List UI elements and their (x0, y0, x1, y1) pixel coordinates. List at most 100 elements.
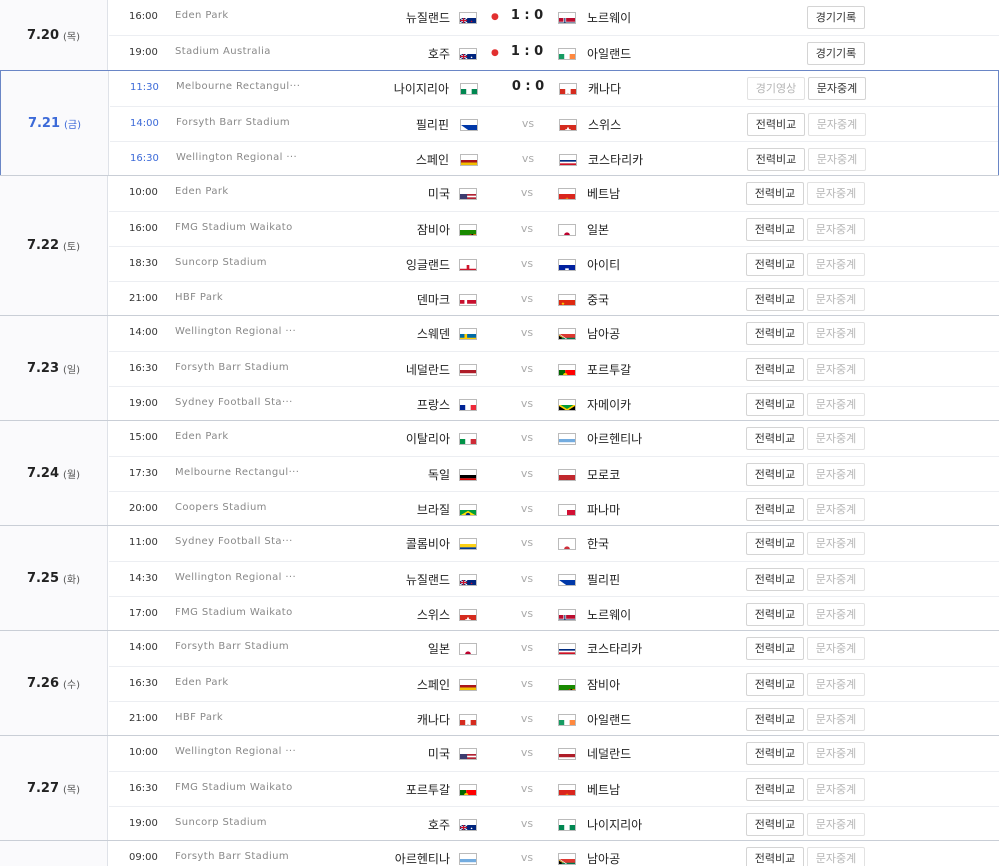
away-team[interactable]: 아일랜드 (587, 45, 631, 62)
compare-button[interactable]: 전력비교 (746, 182, 804, 205)
home-team[interactable]: 덴마크 (417, 291, 450, 308)
home-team[interactable]: 스웨덴 (417, 325, 450, 342)
text-broadcast-button[interactable]: 문자중계 (807, 393, 865, 416)
home-team[interactable]: 콜롬비아 (406, 535, 450, 552)
away-team[interactable]: 스위스 (588, 116, 621, 133)
away-team[interactable]: 네덜란드 (587, 745, 631, 762)
text-broadcast-button[interactable]: 문자중계 (807, 218, 865, 241)
text-broadcast-button[interactable]: 문자중계 (807, 427, 865, 450)
text-broadcast-button[interactable]: 문자중계 (807, 463, 865, 486)
away-team[interactable]: 나이지리아 (587, 816, 642, 833)
text-broadcast-button[interactable]: 문자중계 (807, 498, 865, 521)
home-team[interactable]: 네덜란드 (406, 361, 450, 378)
home-team[interactable]: 이탈리아 (406, 430, 450, 447)
away-team[interactable]: 일본 (587, 221, 609, 238)
compare-button[interactable]: 전력비교 (746, 778, 804, 801)
away-team[interactable]: 한국 (587, 535, 609, 552)
home-team[interactable]: 나이지리아 (394, 80, 449, 97)
stadium-name: Sydney Football Sta··· (175, 536, 293, 547)
away-team[interactable]: 남아공 (587, 325, 620, 342)
text-broadcast-button[interactable]: 문자중계 (808, 77, 866, 100)
text-broadcast-button[interactable]: 문자중계 (808, 148, 866, 171)
text-broadcast-button[interactable]: 문자중계 (807, 778, 865, 801)
compare-button[interactable]: 전력비교 (746, 288, 804, 311)
home-team[interactable]: 스페인 (416, 151, 449, 168)
away-team[interactable]: 파나마 (587, 501, 620, 518)
compare-button[interactable]: 전력비교 (747, 148, 805, 171)
home-team[interactable]: 미국 (428, 745, 450, 762)
home-team[interactable]: 뉴질랜드 (406, 571, 450, 588)
away-team[interactable]: 코스타리카 (587, 640, 642, 657)
compare-button[interactable]: 전력비교 (746, 463, 804, 486)
away-team[interactable]: 필리핀 (587, 571, 620, 588)
text-broadcast-button[interactable]: 문자중계 (808, 113, 866, 136)
text-broadcast-button[interactable]: 문자중계 (807, 568, 865, 591)
compare-button[interactable]: 전력비교 (746, 532, 804, 555)
text-broadcast-button[interactable]: 문자중계 (807, 708, 865, 731)
text-broadcast-button[interactable]: 문자중계 (807, 358, 865, 381)
away-team[interactable]: 잠비아 (587, 676, 620, 693)
away-team[interactable]: 코스타리카 (588, 151, 643, 168)
home-team[interactable]: 뉴질랜드 (406, 9, 450, 26)
text-broadcast-button[interactable]: 문자중계 (807, 637, 865, 660)
text-broadcast-button[interactable]: 문자중계 (807, 288, 865, 311)
match-record-button[interactable]: 경기기록 (807, 6, 865, 29)
text-broadcast-button[interactable]: 문자중계 (807, 847, 865, 866)
home-team[interactable]: 브라질 (417, 501, 450, 518)
away-team[interactable]: 모로코 (587, 466, 620, 483)
text-broadcast-button[interactable]: 문자중계 (807, 253, 865, 276)
compare-button[interactable]: 전력비교 (746, 708, 804, 731)
compare-button[interactable]: 전력비교 (746, 218, 804, 241)
away-team[interactable]: 남아공 (587, 850, 620, 866)
away-team[interactable]: 아이티 (587, 256, 620, 273)
compare-button[interactable]: 전력비교 (746, 358, 804, 381)
home-team[interactable]: 아르헨티나 (395, 850, 450, 866)
compare-button[interactable]: 전력비교 (746, 813, 804, 836)
home-team[interactable]: 호주 (428, 45, 450, 62)
away-team[interactable]: 자메이카 (587, 396, 631, 413)
away-team[interactable]: 노르웨이 (587, 9, 631, 26)
away-team[interactable]: 중국 (587, 291, 609, 308)
compare-button[interactable]: 전력비교 (746, 253, 804, 276)
compare-button[interactable]: 전력비교 (746, 568, 804, 591)
compare-button[interactable]: 전력비교 (746, 603, 804, 626)
compare-button[interactable]: 전력비교 (746, 427, 804, 450)
text-broadcast-button[interactable]: 문자중계 (807, 673, 865, 696)
compare-button[interactable]: 전력비교 (746, 637, 804, 660)
vs-label: vs (521, 117, 535, 130)
text-broadcast-button[interactable]: 문자중계 (807, 322, 865, 345)
away-team[interactable]: 베트남 (587, 185, 620, 202)
compare-button[interactable]: 전력비교 (746, 393, 804, 416)
compare-button[interactable]: 전력비교 (746, 847, 804, 866)
home-team[interactable]: 스페인 (417, 676, 450, 693)
home-team[interactable]: 일본 (428, 640, 450, 657)
home-team[interactable]: 캐나다 (417, 711, 450, 728)
away-team[interactable]: 포르투갈 (587, 361, 631, 378)
home-team[interactable]: 프랑스 (417, 396, 450, 413)
home-team[interactable]: 미국 (428, 185, 450, 202)
compare-button[interactable]: 전력비교 (746, 322, 804, 345)
match-video-button[interactable]: 경기영상 (747, 77, 805, 100)
away-team[interactable]: 노르웨이 (587, 606, 631, 623)
away-team[interactable]: 아일랜드 (587, 711, 631, 728)
match-record-button[interactable]: 경기기록 (807, 42, 865, 65)
home-team[interactable]: 필리핀 (416, 116, 449, 133)
home-team[interactable]: 포르투갈 (406, 781, 450, 798)
compare-button[interactable]: 전력비교 (746, 742, 804, 765)
away-team[interactable]: 아르헨티나 (587, 430, 642, 447)
compare-button[interactable]: 전력비교 (746, 673, 804, 696)
home-team[interactable]: 독일 (428, 466, 450, 483)
home-team[interactable]: 호주 (428, 816, 450, 833)
text-broadcast-button[interactable]: 문자중계 (807, 603, 865, 626)
home-team[interactable]: 잠비아 (417, 221, 450, 238)
compare-button[interactable]: 전력비교 (746, 498, 804, 521)
text-broadcast-button[interactable]: 문자중계 (807, 182, 865, 205)
home-team[interactable]: 스위스 (417, 606, 450, 623)
text-broadcast-button[interactable]: 문자중계 (807, 742, 865, 765)
text-broadcast-button[interactable]: 문자중계 (807, 813, 865, 836)
away-team[interactable]: 베트남 (587, 781, 620, 798)
text-broadcast-button[interactable]: 문자중계 (807, 532, 865, 555)
home-team[interactable]: 잉글랜드 (406, 256, 450, 273)
compare-button[interactable]: 전력비교 (747, 113, 805, 136)
away-team[interactable]: 캐나다 (588, 80, 621, 97)
